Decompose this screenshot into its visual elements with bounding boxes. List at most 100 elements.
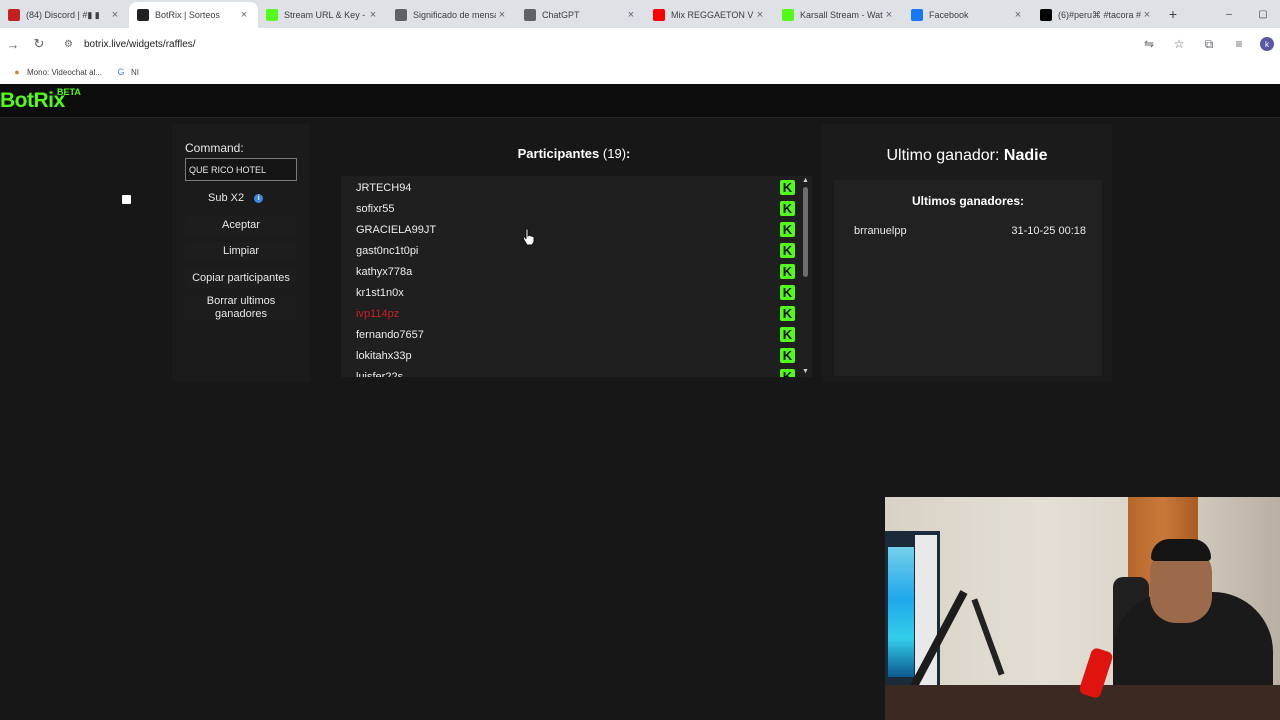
- browser-tab[interactable]: Stream URL & Key - K ×: [258, 2, 387, 28]
- participant-name: fernando7657: [356, 328, 424, 341]
- extensions-icon[interactable]: ⧉: [1198, 32, 1220, 56]
- last-winner-label: Ultimo ganador:: [886, 147, 1000, 164]
- scroll-up-icon[interactable]: ▲: [801, 177, 810, 185]
- browser-tab[interactable]: Karsall Stream - Wat ×: [774, 2, 903, 28]
- close-icon[interactable]: ×: [1012, 9, 1024, 21]
- tab-title: (6)#peru⌘ #tacora #: [1058, 9, 1141, 20]
- minimize-icon[interactable]: –: [1212, 0, 1246, 28]
- kick-icon: K: [780, 243, 795, 258]
- participant-row[interactable]: lokitahx33p K: [356, 345, 795, 366]
- globe-icon: [395, 9, 407, 21]
- hand-cursor-icon: [522, 228, 535, 246]
- scroll-thumb[interactable]: [803, 187, 808, 277]
- close-icon[interactable]: ×: [496, 9, 508, 21]
- recent-winners-box: Ultimos ganadores: brranuelpp 31-10-25 0…: [834, 180, 1102, 376]
- tab-title: Mix REGGAETON VIE: [671, 10, 754, 20]
- participant-row[interactable]: JRTECH94 K: [356, 177, 795, 198]
- tab-title: Facebook: [929, 10, 969, 20]
- participant-row[interactable]: kathyx778a K: [356, 261, 795, 282]
- kick-icon: K: [780, 264, 795, 279]
- close-icon[interactable]: ×: [109, 9, 121, 21]
- kick-icon: [266, 9, 278, 21]
- delete-winners-button[interactable]: Borrar ultimos ganadores: [185, 295, 297, 321]
- kick-icon: K: [780, 180, 795, 195]
- tab-strip: (84) Discord | #▮ ▮ × BotRix | Sorteos × Str…: [0, 0, 1280, 28]
- address-bar[interactable]: ⚙ botrix.live/widgets/raffles/: [56, 32, 1136, 56]
- participant-row[interactable]: gast0nc1t0pi K: [356, 240, 795, 261]
- webcam-overlay: [885, 497, 1280, 720]
- browser-tab[interactable]: Significado de mensa ×: [387, 2, 516, 28]
- new-tab-icon[interactable]: +: [1161, 2, 1185, 26]
- close-icon[interactable]: ×: [754, 9, 766, 21]
- browser-tab[interactable]: ChatGPT ×: [516, 2, 645, 28]
- winner-name: brranuelpp: [854, 225, 907, 237]
- participant-row[interactable]: fernando7657 K: [356, 324, 795, 345]
- google-icon: G: [117, 67, 125, 77]
- accept-button[interactable]: Aceptar: [185, 216, 297, 235]
- sub-x2-row: Sub X2 i: [208, 192, 264, 204]
- participants-heading: Participantes: [517, 146, 600, 161]
- participant-row[interactable]: GRACIELA99JT K: [356, 219, 795, 240]
- scroll-down-icon[interactable]: ▼: [801, 368, 810, 376]
- clear-button[interactable]: Limpiar: [185, 242, 297, 261]
- chatgpt-icon: [524, 9, 536, 21]
- tab-title: BotRix | Sorteos: [155, 10, 220, 20]
- maximize-icon[interactable]: ▢: [1246, 0, 1280, 28]
- profile-avatar[interactable]: k: [1260, 37, 1274, 51]
- bookmark-item[interactable]: ● Mono: Videochat al...: [12, 67, 102, 77]
- close-icon[interactable]: ×: [238, 9, 250, 21]
- participants-title: Participantes (19):: [338, 146, 810, 161]
- site-info-icon[interactable]: ⚙: [64, 39, 80, 50]
- beta-badge: BETA: [57, 87, 81, 97]
- kick-icon: K: [780, 222, 795, 237]
- site-header: BotRix BETA: [0, 84, 1280, 118]
- bookmark-item[interactable]: G NI: [116, 67, 140, 77]
- botrix-logo[interactable]: BotRix: [0, 89, 65, 113]
- participant-name: sofixr55: [356, 202, 395, 215]
- close-icon[interactable]: ×: [883, 9, 895, 21]
- participant-row[interactable]: sofixr55 K: [356, 198, 795, 219]
- media-icon[interactable]: ≡: [1228, 32, 1250, 56]
- back-icon[interactable]: →: [0, 31, 26, 57]
- command-input[interactable]: QUE RICO HOTEL: [185, 158, 297, 181]
- browser-tab[interactable]: Facebook ×: [903, 2, 1032, 28]
- last-winner-value: Nadie: [1003, 147, 1048, 164]
- close-icon[interactable]: ×: [625, 9, 637, 21]
- participant-row[interactable]: ivp114pz K: [356, 303, 795, 324]
- facebook-icon: [911, 9, 923, 21]
- browser-tab[interactable]: (6)#peru⌘ #tacora # ×: [1032, 2, 1161, 28]
- kick-icon: [782, 9, 794, 21]
- bookmark-label: Mono: Videochat al...: [27, 67, 103, 77]
- translate-icon[interactable]: ⇋: [1138, 32, 1160, 56]
- participant-row[interactable]: kr1st1n0x K: [356, 282, 795, 303]
- discord-icon: [8, 9, 20, 21]
- bookmark-label: NI: [131, 67, 140, 77]
- participant-name: kr1st1n0x: [356, 286, 404, 299]
- browser-tab[interactable]: Mix REGGAETON VIE ×: [645, 2, 774, 28]
- participant-name: GRACIELA99JT: [356, 223, 437, 236]
- reload-icon[interactable]: ↻: [26, 31, 52, 57]
- participants-scrollbar[interactable]: ▲ ▼: [799, 176, 812, 377]
- copy-participants-button[interactable]: Copiar participantes: [185, 269, 297, 288]
- info-icon[interactable]: i: [254, 193, 264, 203]
- winner-date: 31-10-25 00:18: [1011, 225, 1086, 237]
- participant-name: luisfer22s: [356, 370, 404, 378]
- close-icon[interactable]: ×: [367, 9, 379, 21]
- close-icon[interactable]: ×: [1141, 9, 1153, 21]
- kick-icon: K: [780, 369, 795, 377]
- browser-tab[interactable]: BotRix | Sorteos ×: [129, 2, 258, 28]
- bookmark-star-icon[interactable]: ☆: [1168, 32, 1190, 56]
- tab-title: ChatGPT: [542, 10, 580, 20]
- participant-row[interactable]: luisfer22s K: [356, 366, 795, 378]
- sub-x2-checkbox[interactable]: [122, 195, 131, 204]
- kick-icon: K: [780, 201, 795, 216]
- participant-name: lokitahx33p: [356, 349, 412, 362]
- last-winner: Ultimo ganador: Nadie: [822, 147, 1112, 165]
- url-text: botrix.live/widgets/raffles/: [84, 38, 196, 50]
- tab-title: Stream URL & Key - K: [284, 10, 367, 20]
- raffle-controls: Command: QUE RICO HOTEL Sub X2 i Aceptar…: [172, 124, 310, 382]
- command-label: Command:: [185, 141, 244, 155]
- browser-tab[interactable]: (84) Discord | #▮ ▮ ×: [0, 2, 129, 28]
- tab-title: Karsall Stream - Wat: [800, 10, 883, 20]
- participants-list[interactable]: ▲ ▼ JRTECH94 K sofixr55 K GRACIELA99JT Kgast0…: [341, 176, 812, 377]
